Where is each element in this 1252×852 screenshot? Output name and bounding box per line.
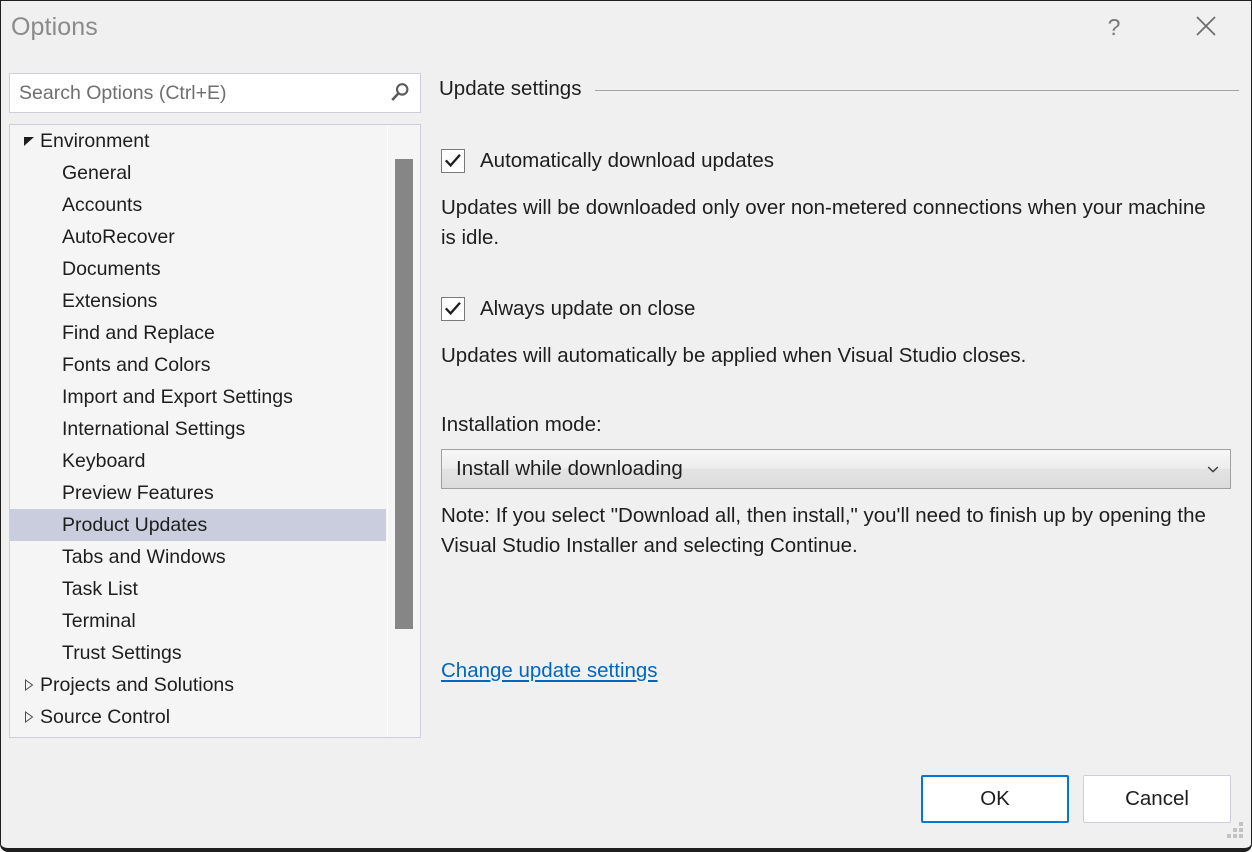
chevron-down-icon[interactable]	[1196, 450, 1230, 488]
tree-scrollbar[interactable]	[387, 125, 420, 737]
checkmark-icon	[444, 300, 462, 318]
triangle-right-icon[interactable]	[21, 701, 37, 733]
auto-download-updates-label: Automatically download updates	[480, 149, 774, 173]
tree-item-label: Task List	[10, 573, 138, 605]
tree-item-international-settings[interactable]: International Settings	[10, 413, 386, 445]
always-update-on-close-checkbox[interactable]	[441, 297, 465, 321]
tree-item-label: Keyboard	[10, 445, 145, 477]
tree-item-keyboard[interactable]: Keyboard	[10, 445, 386, 477]
resize-grip-icon[interactable]	[1227, 821, 1245, 839]
always-update-on-close-description: Updates will automatically be applied wh…	[441, 341, 1231, 371]
installation-mode-label: Installation mode:	[441, 413, 602, 437]
tree-item-label: Tabs and Windows	[10, 541, 226, 573]
options-tree-panel: EnvironmentGeneralAccountsAutoRecoverDoc…	[9, 124, 421, 738]
tree-item-autorecover[interactable]: AutoRecover	[10, 221, 386, 253]
options-dialog: Options ? EnvironmentGeneralAccountsAuto…	[0, 0, 1252, 852]
checkmark-icon	[444, 152, 462, 170]
always-update-on-close-checkbox-row[interactable]: Always update on close	[441, 297, 695, 321]
tree-item-documents[interactable]: Documents	[10, 253, 386, 285]
tree-item-label: International Settings	[10, 413, 245, 445]
section-header: Update settings	[439, 76, 1239, 102]
tree-item-task-list[interactable]: Task List	[10, 573, 386, 605]
tree-item-source-control[interactable]: Source Control	[10, 701, 386, 733]
auto-download-updates-description: Updates will be downloaded only over non…	[441, 193, 1211, 253]
svg-text:?: ?	[1108, 14, 1121, 40]
tree-item-projects-and-solutions[interactable]: Projects and Solutions	[10, 669, 386, 701]
tree-item-label: Import and Export Settings	[10, 381, 293, 413]
question-mark-icon: ?	[1091, 1, 1137, 53]
tree-item-preview-features[interactable]: Preview Features	[10, 477, 386, 509]
tree-item-fonts-and-colors[interactable]: Fonts and Colors	[10, 349, 386, 381]
triangle-down-icon[interactable]	[21, 125, 37, 157]
tree-item-label: Trust Settings	[10, 637, 182, 669]
tree-item-label: Projects and Solutions	[10, 669, 234, 701]
installation-mode-note: Note: If you select "Download all, then …	[441, 501, 1236, 561]
tree-item-label: Extensions	[10, 285, 157, 317]
triangle-right-icon[interactable]	[21, 669, 37, 701]
tree-item-extensions[interactable]: Extensions	[10, 285, 386, 317]
always-update-on-close-label: Always update on close	[480, 297, 695, 321]
dialog-title: Options	[11, 13, 98, 42]
ok-button[interactable]: OK	[921, 775, 1069, 823]
tree-item-find-and-replace[interactable]: Find and Replace	[10, 317, 386, 349]
installation-mode-select[interactable]: Install while downloading	[441, 449, 1231, 489]
tree-item-product-updates[interactable]: Product Updates	[10, 509, 386, 541]
close-icon	[1183, 1, 1229, 53]
search-input[interactable]	[10, 74, 380, 112]
tree-item-terminal[interactable]: Terminal	[10, 605, 386, 637]
tree-item-import-and-export-settings[interactable]: Import and Export Settings	[10, 381, 386, 413]
cancel-button[interactable]: Cancel	[1083, 775, 1231, 823]
tree-item-label: Preview Features	[10, 477, 214, 509]
tree-item-trust-settings[interactable]: Trust Settings	[10, 637, 386, 669]
settings-content-pane: Update settings Automatically download u…	[439, 65, 1239, 745]
tree-scrollbar-thumb[interactable]	[395, 159, 413, 629]
tree-item-tabs-and-windows[interactable]: Tabs and Windows	[10, 541, 386, 573]
tree-item-general[interactable]: General	[10, 157, 386, 189]
tree-item-label: Documents	[10, 253, 161, 285]
search-icon[interactable]	[380, 74, 420, 112]
options-tree: EnvironmentGeneralAccountsAutoRecoverDoc…	[10, 125, 388, 737]
tree-item-label: Find and Replace	[10, 317, 215, 349]
title-bar: Options ?	[1, 1, 1251, 57]
tree-item-label: Terminal	[10, 605, 136, 637]
tree-item-label: AutoRecover	[10, 221, 175, 253]
close-button[interactable]	[1183, 1, 1229, 53]
auto-download-updates-checkbox[interactable]	[441, 149, 465, 173]
tree-item-accounts[interactable]: Accounts	[10, 189, 386, 221]
change-update-settings-link[interactable]: Change update settings	[441, 659, 658, 683]
tree-item-label: Product Updates	[10, 509, 207, 541]
help-button[interactable]: ?	[1091, 1, 1137, 53]
search-box[interactable]	[9, 73, 421, 113]
section-title: Update settings	[439, 77, 581, 101]
tree-item-label: Accounts	[10, 189, 142, 221]
tree-item-label: General	[10, 157, 131, 189]
auto-download-updates-checkbox-row[interactable]: Automatically download updates	[441, 149, 774, 173]
section-divider	[595, 90, 1239, 91]
tree-item-label: Fonts and Colors	[10, 349, 211, 381]
tree-item-environment[interactable]: Environment	[10, 125, 386, 157]
installation-mode-selected-value: Install while downloading	[442, 457, 1196, 481]
